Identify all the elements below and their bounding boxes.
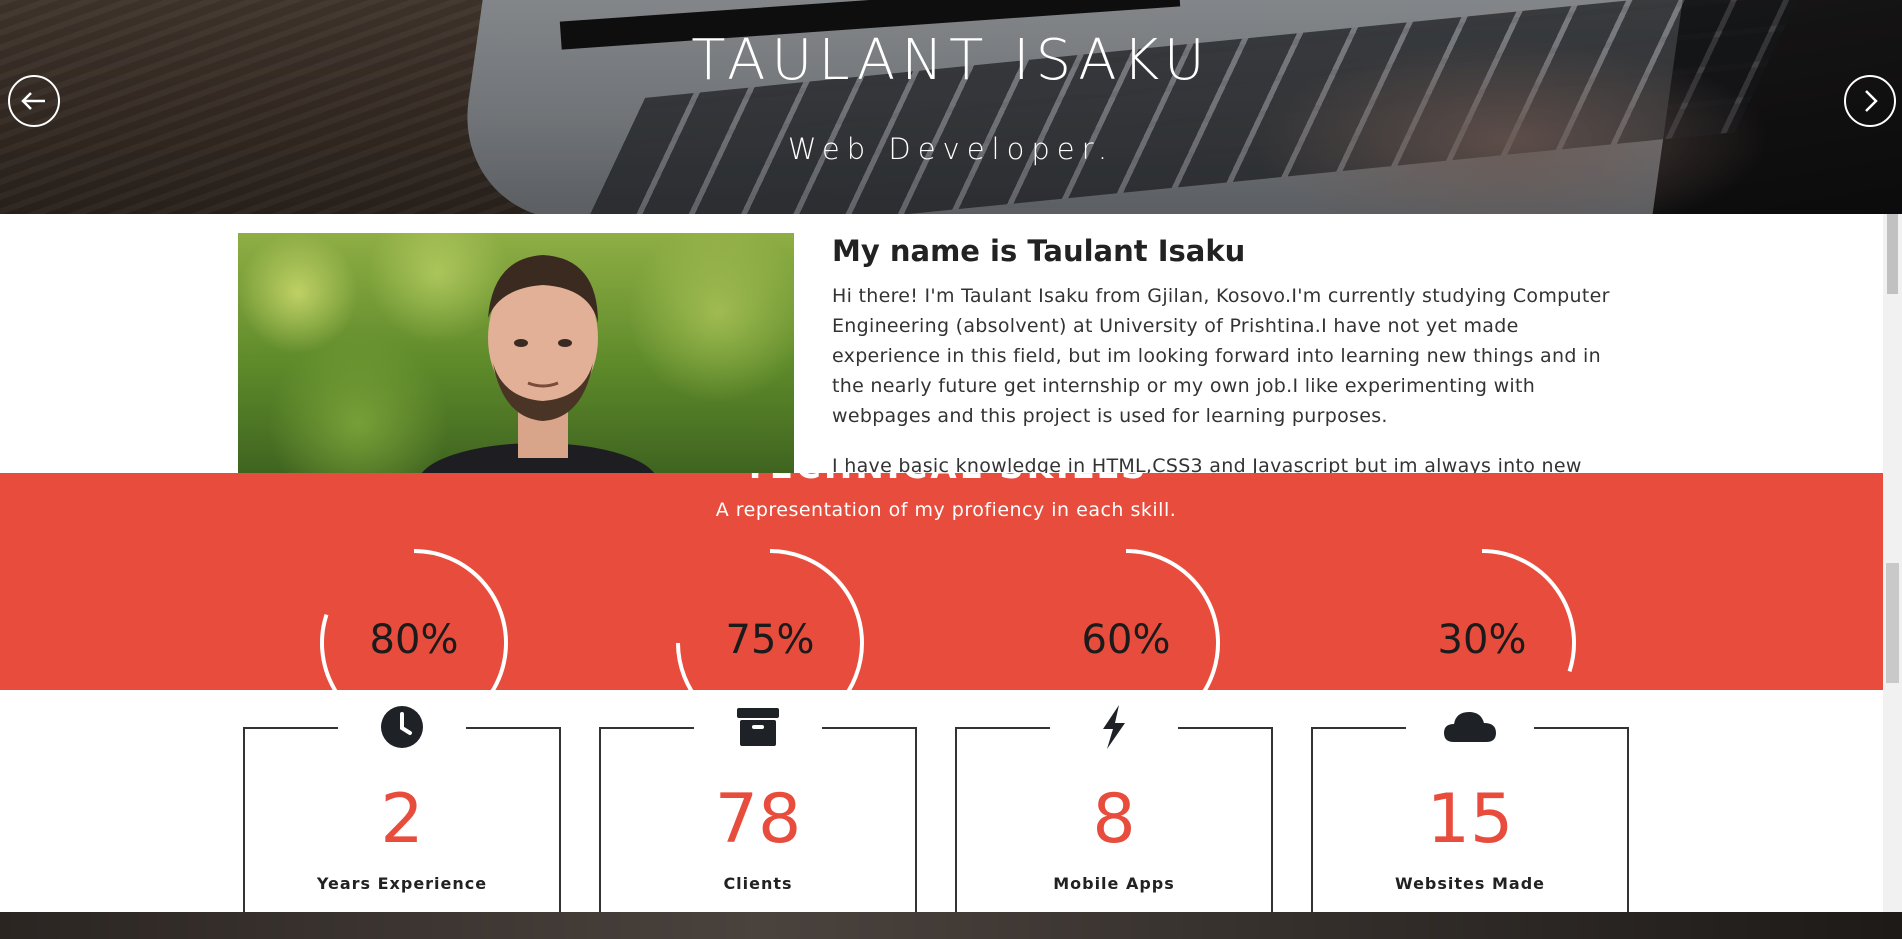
- scrollbar-thumb[interactable]: [1887, 214, 1898, 294]
- skill-gauge: 60%: [1026, 543, 1226, 690]
- stat-label: Years Experience: [316, 874, 488, 893]
- skill-percent: 80%: [369, 617, 459, 663]
- stat-number: 8: [1092, 780, 1136, 859]
- stat-card: 15 Websites Made: [1311, 697, 1629, 912]
- skill-gauge: 80%: [314, 543, 514, 690]
- archive-icon: [737, 708, 779, 746]
- skill-percent: 30%: [1437, 617, 1527, 663]
- lightning-icon: [1103, 705, 1125, 749]
- profile-photo: [238, 233, 794, 473]
- skill-percent: 75%: [725, 617, 815, 663]
- stat-label: Mobile Apps: [1053, 874, 1175, 893]
- chevron-right-icon: [1865, 90, 1878, 112]
- next-section-preview: [0, 912, 1902, 939]
- clock-icon: [381, 706, 423, 748]
- hero-banner: TAULANT ISAKU Web Developer.: [0, 0, 1902, 214]
- skill-gauge: 75%: [670, 543, 870, 690]
- hero-subtitle: Web Developer.: [787, 132, 1115, 166]
- about-heading: My name is Taulant Isaku: [832, 234, 1246, 268]
- slider-prev-button[interactable]: [8, 75, 60, 127]
- stat-number: 15: [1426, 780, 1514, 859]
- skill-gauge: 30%: [1382, 543, 1582, 690]
- skill-percent: 60%: [1081, 617, 1171, 663]
- about-paragraph: Hi there! I'm Taulant Isaku from Gjilan,…: [832, 285, 1610, 427]
- stat-label: Clients: [723, 874, 793, 893]
- cloud-icon: [1444, 712, 1496, 742]
- skills-title: TECHNICAL SKILLS: [0, 473, 1892, 487]
- stat-card: 78 Clients: [599, 697, 917, 912]
- stat-card: 8 Mobile Apps: [955, 697, 1273, 912]
- skills-section: TECHNICAL SKILLS A representation of my …: [0, 473, 1892, 690]
- skills-subtitle: A representation of my profiency in each…: [715, 499, 1177, 521]
- stat-card: 2 Years Experience: [243, 697, 561, 912]
- stat-number: 2: [380, 780, 424, 859]
- scrollbar-thumb-secondary[interactable]: [1886, 563, 1899, 683]
- hero-title: TAULANT ISAKU: [691, 28, 1211, 93]
- stat-number: 78: [714, 780, 802, 859]
- slider-next-button[interactable]: [1844, 75, 1896, 127]
- arrow-left-icon: [21, 92, 45, 110]
- stat-label: Websites Made: [1394, 874, 1545, 893]
